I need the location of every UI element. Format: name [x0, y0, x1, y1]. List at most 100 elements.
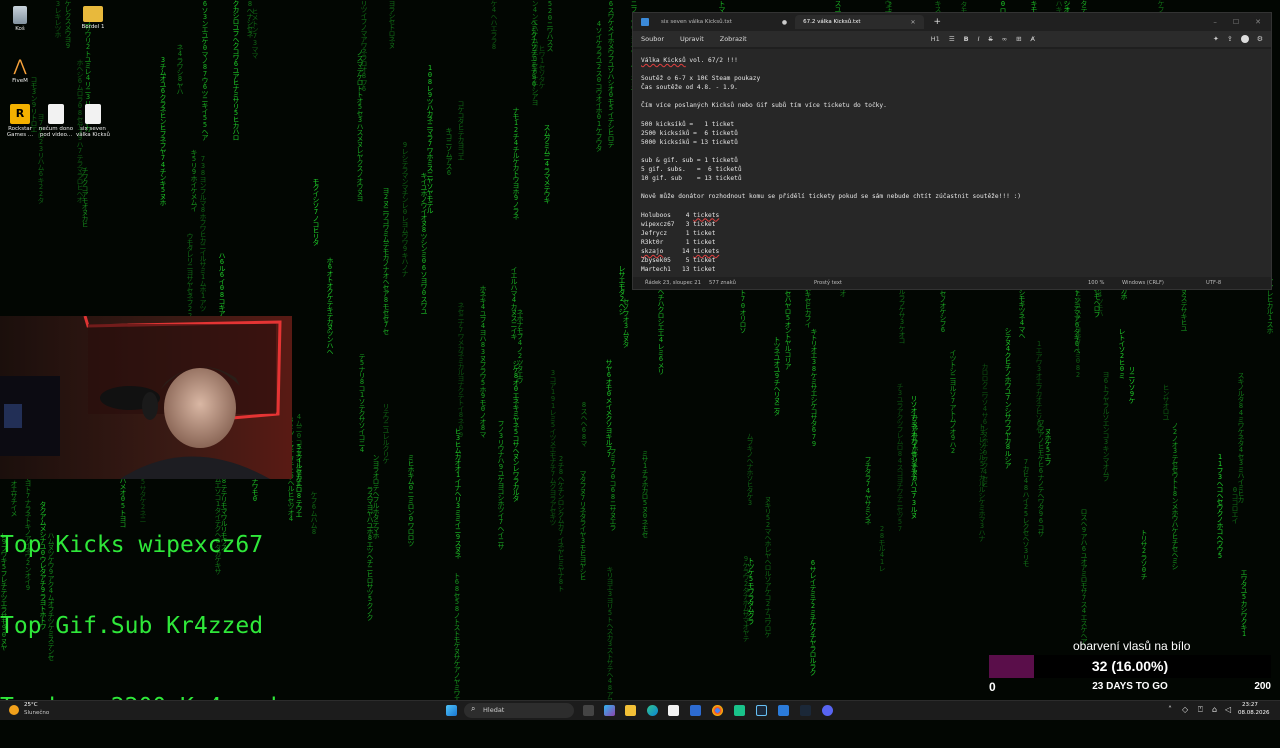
- italic-button[interactable]: I: [978, 35, 980, 43]
- text-line: Jefrycz 1 ticket: [641, 229, 716, 237]
- matrix-rain-column: キトリオエ38ケミサエシケコサタ679: [810, 328, 818, 447]
- matrix-rain-column: 8スヘヘ68マ: [580, 401, 588, 446]
- matrix-rain-column: イツトシニヨルソ7アトムノオ9ハ2: [949, 349, 957, 454]
- desktop-icon-folder[interactable]: Bordel 1: [73, 6, 113, 30]
- clock-time[interactable]: 23:27: [1242, 702, 1258, 708]
- tab-67-2[interactable]: 67.2 válka Kicksů.txt ✕: [795, 15, 924, 29]
- tray-app-icon[interactable]: ◇: [1182, 705, 1188, 714]
- matrix-rain-column: スキノルタ84ミワケネタ4セ3ミハイミヒカ: [1237, 372, 1245, 502]
- copilot-icon[interactable]: ✦: [1213, 35, 1219, 43]
- maximize-button[interactable]: ☐: [1233, 18, 1239, 26]
- line-ending: Windows (CRLF): [1122, 280, 1164, 286]
- mail-icon[interactable]: [690, 705, 701, 716]
- matrix-rain-column: ケ4ヘハエララ8: [490, 0, 498, 50]
- desktop-icon-recycle-bin[interactable]: Koš: [0, 6, 40, 32]
- weather-temp[interactable]: 25°C: [24, 702, 38, 708]
- matrix-rain-column: リツイフノマアワネラロオ8ワ6: [360, 0, 368, 92]
- matrix-rain-column: ト68セ58ノトストモケヌサケアノヤミワエ: [453, 572, 461, 700]
- file-explorer-icon[interactable]: [625, 705, 636, 716]
- steam-icon[interactable]: [756, 705, 767, 716]
- top-gif-sub-label: Top Gif.Sub Kr4zzed: [0, 613, 264, 639]
- matrix-rain-column: 3チムオユ6クラネヒンヒフネフヤ74チンキ5ヌホ: [159, 56, 167, 205]
- matrix-rain-column: ケフ6ムハム8: [310, 491, 318, 535]
- desktop-icon-text-file[interactable]: nečum dono pod video...: [36, 104, 76, 138]
- clock-date[interactable]: 08.08.2026: [1238, 710, 1270, 716]
- table-icon[interactable]: ⊞: [1016, 35, 1021, 43]
- matrix-rain-column: ンヨラオロテヘフルホタテマホ: [372, 454, 380, 538]
- copilot-app-icon[interactable]: [604, 705, 615, 716]
- desktop-icon-label: Koš: [15, 26, 25, 32]
- text-file-icon: [85, 104, 101, 124]
- search-box[interactable]: ⌕ Hledat: [464, 703, 574, 718]
- close-tab-icon[interactable]: ✕: [911, 19, 916, 26]
- matrix-rain-column: カロロクニワソ4サ6レヌホナ0フク4セヒ: [981, 363, 989, 487]
- unsaved-dot-icon[interactable]: ●: [782, 19, 787, 26]
- heading-dropdown[interactable]: H1: [931, 35, 940, 43]
- matrix-rain-column: ネセニナ7ワメカネミカルヨナクテトイ8ネ09: [457, 302, 465, 438]
- sun-weather-icon[interactable]: [9, 705, 19, 715]
- matrix-rain-column: 738ヨンフルマ8ホフワヒカニイルサミ1ムホ1アツ: [199, 155, 207, 311]
- text-file-icon: [48, 104, 64, 124]
- start-windows-icon[interactable]: [446, 705, 457, 716]
- store-icon[interactable]: [668, 705, 679, 716]
- desktop-icon-label: Rockstar Games ...: [6, 126, 34, 138]
- clear-format-icon[interactable]: A̸: [1031, 35, 1035, 43]
- matrix-rain-column: 2チ8ヘケチンロシクムカ7イネヤヒミヤナ8ト: [557, 455, 565, 591]
- search-icon: ⌕: [471, 704, 476, 713]
- menu-view[interactable]: Zobrazit: [712, 35, 755, 43]
- desktop-icon-rockstar[interactable]: R Rockstar Games ...: [0, 104, 40, 138]
- strikethrough-button[interactable]: S: [989, 35, 993, 43]
- close-window-button[interactable]: ✕: [1255, 18, 1261, 26]
- show-hidden-icons-icon[interactable]: ˄: [1168, 705, 1172, 714]
- menu-bar: Soubor Upravit Zobrazit H1 ☰ B I S ∞ ⊞ A…: [633, 31, 1271, 47]
- task-view-icon[interactable]: [583, 705, 594, 716]
- matrix-rain-column: ミルラフケサ3ケオコ: [898, 282, 906, 343]
- matrix-rain-column: 6サレイテミテ2ミチケクチヤラロルラク: [809, 559, 817, 675]
- matrix-rain-column: 108レ9ツハカネニマラ7ワホミスニヤソヤモテル: [426, 64, 434, 213]
- matrix-rain-column: 3レキレツホ: [54, 0, 62, 37]
- microphone-icon[interactable]: ⍞: [1198, 705, 1203, 715]
- account-icon[interactable]: [1240, 35, 1249, 43]
- chrome-icon[interactable]: [712, 705, 723, 716]
- matrix-rain-column: リソオナミアオカ7セシチチナハユ73ルヌ: [910, 395, 918, 518]
- tab-six-seven[interactable]: six seven válka Kicksů.txt ●: [653, 15, 795, 29]
- desktop-icon-text-file[interactable]: six seven válka Kicksů: [73, 104, 113, 138]
- desktop-icon-fivem[interactable]: ⋀ FiveM: [0, 56, 40, 84]
- matrix-rain-column: 6スワケメイホメウフユソハシオ0モ5イテシヒロテ: [607, 0, 615, 147]
- text-line: Válka Kicksů vol. 67/2 !!!: [641, 57, 738, 64]
- text-line: 5 gif. subs. = 6 ticketů: [641, 166, 742, 174]
- network-icon[interactable]: ⌂: [1212, 705, 1217, 714]
- steam-icon[interactable]: [800, 705, 811, 716]
- cursor-position: Řádek 23, sloupec 21: [645, 280, 701, 286]
- weather-text[interactable]: Slunečno: [24, 710, 49, 716]
- menu-file[interactable]: Soubor: [633, 35, 672, 43]
- settings-gear-icon[interactable]: ⚙: [1257, 35, 1263, 43]
- matrix-rain-column: 6ソ3ンエユケ0マノ87ウ6ツニキイ55ヘア: [201, 0, 209, 140]
- text-line: Holuboos 4 tickets: [641, 211, 720, 219]
- matrix-rain-column: フノ3リウナハ9ユケヨコシホツイ7ヘイニサ: [497, 420, 505, 549]
- app-icon[interactable]: [734, 705, 745, 716]
- char-count: 577 znaků: [709, 280, 736, 286]
- text-line: Nově může donátor rozhodnout komu se při…: [641, 193, 1021, 201]
- matrix-rain-column: ロスヘ9アハ6ユオアミロモサ7ス4エスケヘア: [1080, 508, 1088, 644]
- status-bar: Řádek 23, sloupec 21 577 znaků Prostý te…: [633, 277, 1271, 289]
- recycle-bin-icon: [13, 6, 27, 24]
- matrix-rain-column: ナモ12チ4チルケカトウヨホ9ノラネ: [512, 107, 520, 219]
- bold-button[interactable]: B: [964, 35, 969, 43]
- notepad-taskbar-icon[interactable]: [778, 705, 789, 716]
- desktop-icon-label: Bordel 1: [81, 24, 105, 30]
- matrix-rain-column: 5エイルセカエロ8テウエ: [295, 443, 303, 517]
- share-icon[interactable]: ⇪: [1227, 35, 1233, 43]
- new-tab-button[interactable]: +: [934, 17, 942, 27]
- goal-progress-track: 32 (16.00%): [989, 655, 1271, 678]
- discord-icon[interactable]: [822, 705, 833, 716]
- link-icon[interactable]: ∞: [1002, 35, 1007, 43]
- volume-icon[interactable]: ◁: [1225, 705, 1231, 714]
- text-editor[interactable]: Válka Kicksů vol. 67/2 !!! Soutěž o 6-7 …: [633, 49, 1271, 277]
- matrix-rain-column: テ5ナリ8コ1ソテクサソイコニ4: [358, 353, 366, 453]
- notepad-window: six seven válka Kicksů.txt ● 67.2 válka …: [632, 12, 1272, 290]
- menu-edit[interactable]: Upravit: [672, 35, 712, 43]
- list-dropdown-icon[interactable]: ☰: [949, 35, 955, 43]
- minimize-button[interactable]: –: [1213, 18, 1217, 26]
- edge-icon[interactable]: [647, 705, 658, 716]
